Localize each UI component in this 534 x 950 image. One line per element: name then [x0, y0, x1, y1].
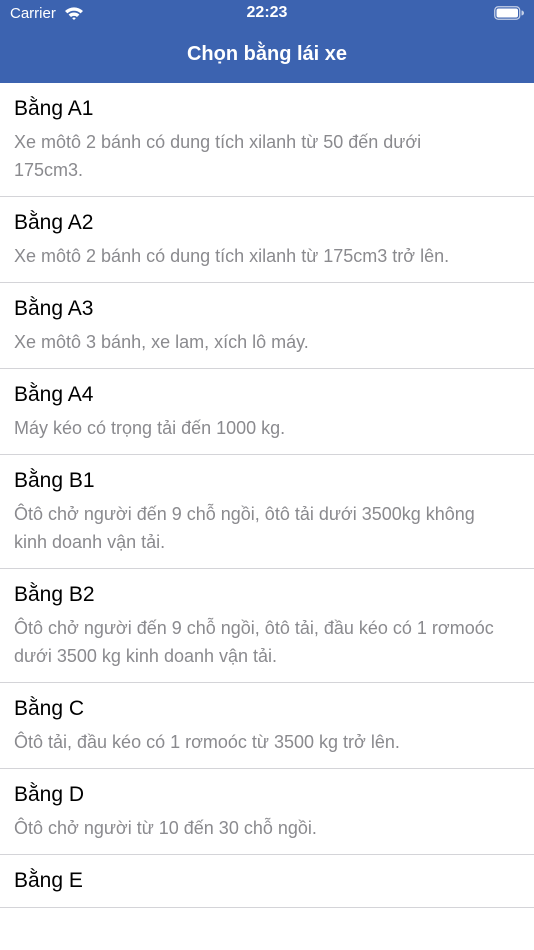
license-description: Ôtô chở người đến 9 chỗ ngồi, ôtô tải, đ…: [14, 618, 494, 666]
status-bar: Carrier 22:23: [0, 0, 534, 28]
license-title: Bằng C: [14, 697, 85, 720]
license-title: Bằng B2: [14, 583, 95, 606]
license-row[interactable]: Bằng B1 Ôtô chở người đến 9 chỗ ngồi, ôtô…: [0, 455, 534, 569]
license-title: Bằng D: [14, 783, 85, 806]
license-title: Bằng E: [14, 869, 83, 892]
license-title: Bằng A2: [14, 211, 94, 234]
navigation-bar: Carrier 22:23 Chọn bằng lái xe: [0, 0, 534, 83]
license-row[interactable]: Bằng C Ôtô tải, đầu kéo có 1 rơmoóc từ 35…: [0, 683, 534, 769]
license-description: Ôtô chở người từ 10 đến 30 chỗ ngồi.: [14, 818, 317, 838]
license-description: Xe môtô 2 bánh có dung tích xilanh từ 50…: [14, 132, 422, 180]
license-description: Máy kéo có trọng tải đến 1000 kg.: [14, 418, 286, 438]
license-title: Bằng B1: [14, 469, 95, 492]
license-row[interactable]: Bằng A2 Xe môtô 2 bánh có dung tích xilan…: [0, 197, 534, 283]
page-title: Chọn bằng lái xe: [186, 43, 348, 65]
license-title: Bằng A4: [14, 383, 94, 406]
license-row[interactable]: Bằng A4 Máy kéo có trọng tải đến 1000 kg.: [0, 369, 534, 455]
battery-icon: [494, 6, 524, 20]
license-description: Ôtô tải, đầu kéo có 1 rơmoóc từ 3500 kg …: [14, 732, 400, 752]
status-time: 22:23: [246, 4, 288, 21]
license-row[interactable]: Bằng A3 Xe môtô 3 bánh, xe lam, xích lô m…: [0, 283, 534, 369]
license-row[interactable]: Bằng E: [0, 855, 534, 908]
license-title: Bằng A1: [14, 97, 94, 120]
license-description: Xe môtô 2 bánh có dung tích xilanh từ 17…: [14, 246, 450, 266]
license-description: Ôtô chở người đến 9 chỗ ngồi, ôtô tải dư…: [14, 504, 475, 552]
license-list: Bằng A1 Xe môtô 2 bánh có dung tích xilan…: [0, 83, 534, 908]
app-screen: Carrier 22:23 Chọn bằng lái xe Bằng A1 Xe…: [0, 0, 534, 950]
license-row[interactable]: Bằng A1 Xe môtô 2 bánh có dung tích xilan…: [0, 83, 534, 197]
license-title: Bằng A3: [14, 297, 94, 320]
license-row[interactable]: Bằng B2 Ôtô chở người đến 9 chỗ ngồi, ôtô…: [0, 569, 534, 683]
license-row[interactable]: Bằng D Ôtô chở người từ 10 đến 30 chỗ ngồ…: [0, 769, 534, 855]
license-description: Xe môtô 3 bánh, xe lam, xích lô máy.: [14, 332, 309, 352]
